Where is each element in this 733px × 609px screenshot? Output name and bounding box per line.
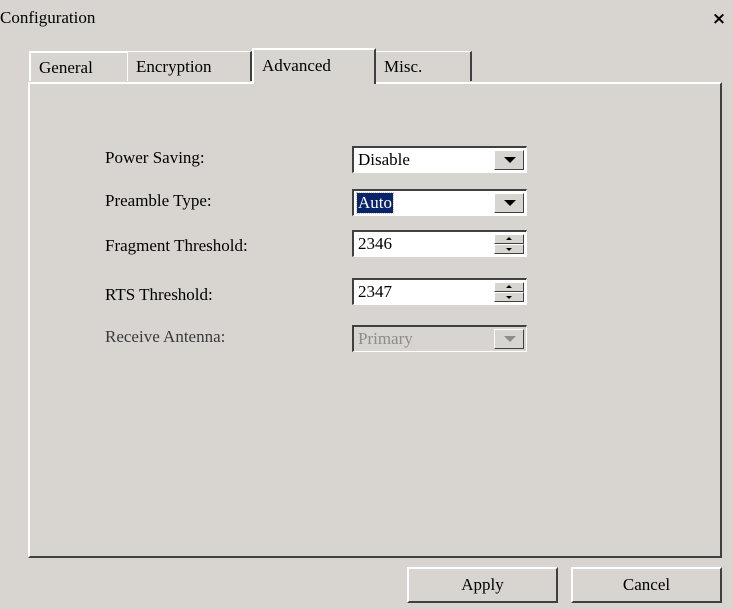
fragment-threshold-value: 2346 [358, 234, 392, 253]
chevron-down-icon[interactable] [494, 193, 524, 213]
fragment-threshold-stepper[interactable]: 2346 [352, 230, 527, 257]
cancel-button[interactable]: Cancel [571, 567, 722, 603]
tab-misc[interactable]: Misc. [375, 51, 472, 81]
chevron-down-icon[interactable] [494, 150, 524, 170]
receive-antenna-select: Primary [352, 325, 527, 352]
spin-down-icon[interactable] [494, 292, 524, 302]
chevron-down-icon [494, 329, 524, 349]
apply-button[interactable]: Apply [407, 567, 558, 603]
preamble-type-select[interactable]: Auto [352, 189, 527, 216]
receive-antenna-label: Receive Antenna: [105, 327, 226, 346]
power-saving-select[interactable]: Disable [352, 146, 527, 173]
rts-threshold-spinner [494, 282, 524, 303]
rts-threshold-value: 2347 [358, 282, 392, 301]
fragment-threshold-label: Fragment Threshold: [105, 236, 248, 255]
close-icon: × [711, 9, 727, 29]
spin-up-icon[interactable] [494, 282, 524, 292]
receive-antenna-value: Primary [358, 329, 413, 348]
rts-threshold-stepper[interactable]: 2347 [352, 278, 527, 305]
power-saving-label: Power Saving: [105, 148, 205, 167]
fragment-threshold-spinner [494, 234, 524, 255]
rts-threshold-label: RTS Threshold: [105, 285, 213, 304]
spin-up-icon[interactable] [494, 234, 524, 244]
title-bar: Configuration × [0, 0, 733, 30]
preamble-type-value: Auto [356, 192, 394, 214]
spin-down-icon[interactable] [494, 244, 524, 254]
preamble-type-label: Preamble Type: [105, 191, 212, 210]
tab-encryption[interactable]: Encryption [127, 51, 252, 81]
tab-general[interactable]: General [29, 51, 127, 81]
close-button[interactable]: × [708, 9, 730, 29]
tab-advanced[interactable]: Advanced [252, 48, 376, 84]
window-title: Configuration [0, 8, 96, 27]
power-saving-value: Disable [358, 150, 410, 169]
